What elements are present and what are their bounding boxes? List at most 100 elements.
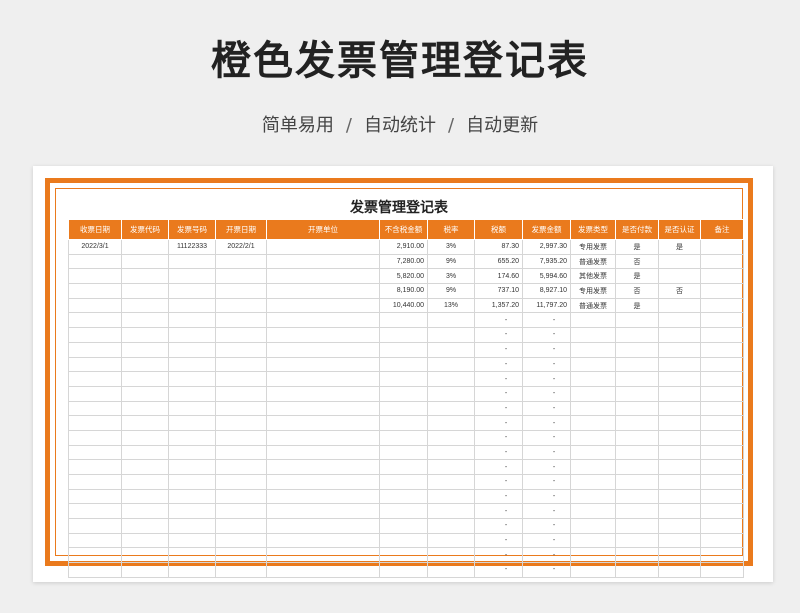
cell-tax-amount[interactable]: -	[474, 532, 523, 549]
cell-invoice-number[interactable]	[168, 371, 216, 387]
cell-receive-date[interactable]	[68, 400, 122, 417]
cell-certified[interactable]	[658, 327, 701, 343]
cell-receive-date[interactable]	[68, 415, 122, 431]
cell-invoice-amount[interactable]: -	[522, 312, 571, 329]
cell-invoice-code[interactable]	[121, 459, 169, 475]
cell-invoice-number[interactable]	[168, 474, 216, 490]
cell-issue-date[interactable]	[215, 444, 267, 461]
cell-issuer[interactable]	[266, 459, 380, 475]
cell-amount-excl-tax[interactable]: 8,190.00	[379, 283, 428, 299]
cell-issue-date[interactable]	[215, 341, 267, 358]
cell-certified[interactable]	[658, 488, 701, 505]
cell-invoice-type[interactable]	[570, 474, 616, 490]
cell-issuer[interactable]	[266, 268, 380, 285]
cell-tax-rate[interactable]	[427, 474, 475, 490]
cell-issue-date[interactable]	[215, 459, 267, 475]
cell-remark[interactable]	[700, 239, 744, 255]
cell-invoice-amount[interactable]: -	[522, 385, 571, 402]
cell-issue-date[interactable]	[215, 415, 267, 431]
cell-paid[interactable]	[615, 415, 659, 431]
cell-invoice-amount[interactable]: -	[522, 341, 571, 358]
cell-issuer[interactable]	[266, 474, 380, 490]
cell-issuer[interactable]	[266, 518, 380, 534]
cell-invoice-number[interactable]	[168, 547, 216, 564]
cell-invoice-code[interactable]	[121, 532, 169, 549]
cell-invoice-amount[interactable]: -	[522, 444, 571, 461]
cell-receive-date[interactable]	[68, 253, 122, 270]
cell-invoice-amount[interactable]: 7,935.20	[522, 253, 571, 270]
cell-invoice-code[interactable]	[121, 371, 169, 387]
cell-amount-excl-tax[interactable]	[379, 341, 428, 358]
cell-invoice-amount[interactable]: -	[522, 400, 571, 417]
cell-remark[interactable]	[700, 283, 744, 299]
cell-receive-date[interactable]	[68, 327, 122, 343]
cell-issue-date[interactable]	[215, 562, 267, 578]
cell-receive-date[interactable]	[68, 385, 122, 402]
cell-receive-date[interactable]	[68, 474, 122, 490]
cell-invoice-code[interactable]	[121, 356, 169, 373]
cell-amount-excl-tax[interactable]	[379, 312, 428, 329]
cell-invoice-type[interactable]	[570, 415, 616, 431]
cell-remark[interactable]	[700, 268, 744, 285]
cell-tax-amount[interactable]: -	[474, 371, 523, 387]
cell-invoice-type[interactable]	[570, 518, 616, 534]
cell-remark[interactable]	[700, 312, 744, 329]
cell-tax-rate[interactable]: 3%	[427, 268, 475, 285]
cell-invoice-code[interactable]	[121, 503, 169, 520]
cell-invoice-number[interactable]	[168, 268, 216, 285]
cell-invoice-number[interactable]: 11122333	[168, 239, 216, 255]
cell-remark[interactable]	[700, 562, 744, 578]
cell-invoice-number[interactable]	[168, 356, 216, 373]
cell-remark[interactable]	[700, 415, 744, 431]
cell-issuer[interactable]	[266, 429, 380, 446]
cell-invoice-code[interactable]	[121, 429, 169, 446]
cell-invoice-type[interactable]	[570, 341, 616, 358]
cell-invoice-amount[interactable]: -	[522, 532, 571, 549]
cell-paid[interactable]	[615, 312, 659, 329]
cell-receive-date[interactable]	[68, 503, 122, 520]
cell-issue-date[interactable]	[215, 488, 267, 505]
cell-amount-excl-tax[interactable]	[379, 429, 428, 446]
cell-paid[interactable]	[615, 488, 659, 505]
cell-issuer[interactable]	[266, 239, 380, 255]
cell-invoice-type[interactable]	[570, 488, 616, 505]
cell-issuer[interactable]	[266, 341, 380, 358]
cell-paid[interactable]	[615, 532, 659, 549]
cell-remark[interactable]	[700, 253, 744, 270]
cell-invoice-type[interactable]: 普通发票	[570, 297, 616, 314]
cell-receive-date[interactable]	[68, 518, 122, 534]
cell-invoice-code[interactable]	[121, 312, 169, 329]
cell-receive-date[interactable]	[68, 341, 122, 358]
cell-tax-amount[interactable]: -	[474, 474, 523, 490]
cell-amount-excl-tax[interactable]	[379, 371, 428, 387]
cell-remark[interactable]	[700, 518, 744, 534]
cell-amount-excl-tax[interactable]	[379, 488, 428, 505]
cell-invoice-type[interactable]	[570, 459, 616, 475]
cell-tax-rate[interactable]	[427, 532, 475, 549]
cell-issue-date[interactable]	[215, 429, 267, 446]
cell-tax-amount[interactable]: -	[474, 400, 523, 417]
cell-amount-excl-tax[interactable]: 5,820.00	[379, 268, 428, 285]
cell-remark[interactable]	[700, 488, 744, 505]
cell-invoice-amount[interactable]: 11,797.20	[522, 297, 571, 314]
cell-paid[interactable]	[615, 503, 659, 520]
cell-tax-amount[interactable]: -	[474, 503, 523, 520]
cell-invoice-amount[interactable]: 8,927.10	[522, 283, 571, 299]
cell-amount-excl-tax[interactable]	[379, 327, 428, 343]
cell-issue-date[interactable]	[215, 547, 267, 564]
cell-invoice-type[interactable]: 其他发票	[570, 268, 616, 285]
cell-invoice-amount[interactable]: -	[522, 503, 571, 520]
cell-invoice-amount[interactable]: -	[522, 327, 571, 343]
cell-tax-rate[interactable]	[427, 400, 475, 417]
cell-receive-date[interactable]	[68, 312, 122, 329]
cell-invoice-code[interactable]	[121, 415, 169, 431]
cell-issue-date[interactable]	[215, 503, 267, 520]
cell-receive-date[interactable]: 2022/3/1	[68, 239, 122, 255]
cell-invoice-code[interactable]	[121, 297, 169, 314]
cell-invoice-number[interactable]	[168, 327, 216, 343]
cell-tax-amount[interactable]: -	[474, 327, 523, 343]
cell-issuer[interactable]	[266, 253, 380, 270]
cell-invoice-type[interactable]: 专用发票	[570, 283, 616, 299]
cell-paid[interactable]	[615, 444, 659, 461]
cell-invoice-type[interactable]	[570, 371, 616, 387]
